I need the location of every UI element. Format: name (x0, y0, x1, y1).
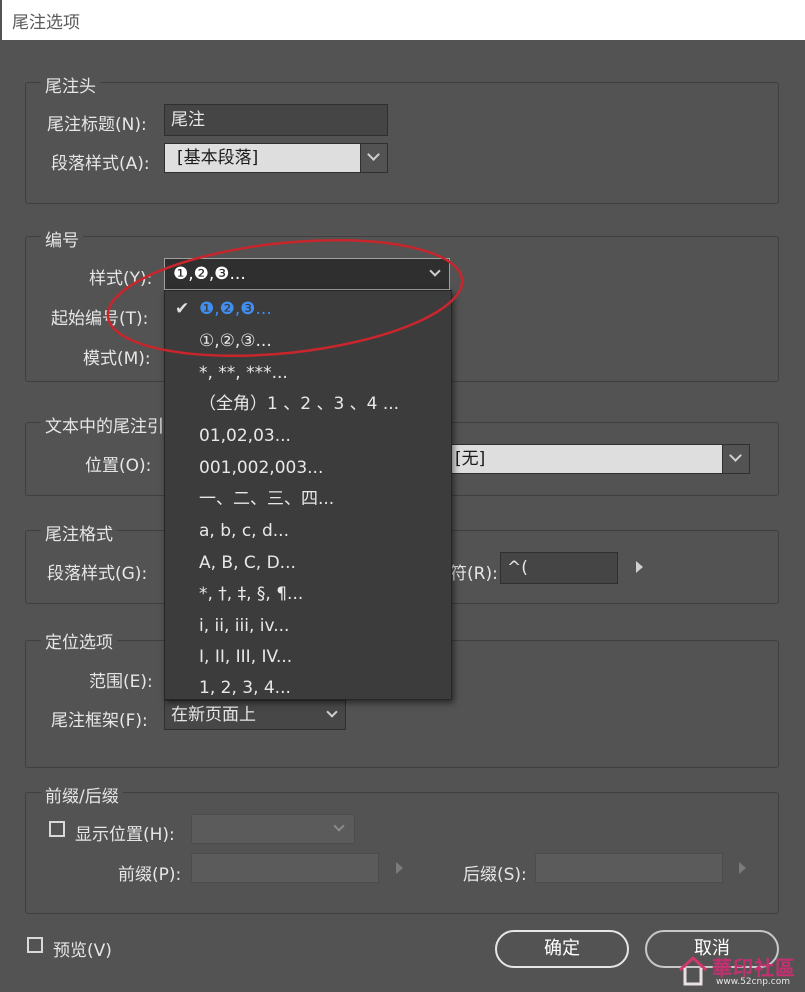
menu-item-label: 一、二、三、四... (199, 489, 335, 509)
menu-item[interactable]: a, b, c, d... (165, 515, 451, 547)
format-para-style-label: 段落样式(G): (47, 564, 148, 584)
suffix-input[interactable] (535, 853, 723, 883)
house-logo-icon (678, 955, 708, 986)
prefix-arrow-icon[interactable] (396, 862, 403, 874)
prefix-suffix-legend: 前缀/后缀 (41, 782, 123, 807)
reference-char-style-select[interactable]: [无] (450, 444, 724, 474)
title-bar: 尾注选项 (0, 0, 805, 40)
ok-button[interactable]: 确定 (495, 930, 629, 968)
scope-label: 范围(E): (89, 672, 153, 692)
menu-item[interactable]: 1, 2, 3, 4... (165, 672, 451, 704)
endnote-header-legend: 尾注头 (41, 72, 100, 97)
menu-item-label: 001,002,003... (199, 458, 324, 478)
separator-label: 符(R): (450, 564, 498, 584)
endnote-frame-label: 尾注框架(F): (51, 711, 148, 731)
suffix-arrow-icon[interactable] (739, 862, 746, 874)
prefix-input[interactable] (191, 853, 379, 883)
reference-position-label: 位置(O): (85, 456, 152, 476)
endnote-format-legend: 尾注格式 (41, 520, 117, 545)
preview-label: 预览(V) (53, 941, 112, 961)
separator-input[interactable]: ^( (500, 552, 618, 584)
show-position-label: 显示位置(H): (75, 825, 175, 845)
endnote-title-label: 尾注标题(N): (47, 115, 147, 135)
chevron-down-icon (333, 820, 345, 832)
special-chars-arrow-icon[interactable] (636, 561, 643, 573)
show-position-checkbox[interactable] (49, 821, 65, 837)
menu-item-label: I, II, III, IV... (199, 647, 293, 667)
endnote-header-group (25, 82, 779, 204)
menu-item[interactable]: I, II, III, IV... (165, 641, 451, 673)
menu-item[interactable]: （全角）1 、2 、3 、4 ... (165, 388, 451, 420)
menu-item-label: 1, 2, 3, 4... (199, 678, 291, 698)
menu-item[interactable]: *, †, ‡, §, ¶... (165, 578, 451, 610)
menu-item[interactable]: 001,002,003... (165, 452, 451, 484)
watermark-url: www.52cnp.com (716, 977, 791, 987)
menu-item-label: *, †, ‡, §, ¶... (199, 584, 304, 604)
reference-legend: 文本中的尾注引 (41, 412, 168, 437)
header-para-style-label: 段落样式(A): (51, 154, 150, 174)
menu-item[interactable]: A, B, C, D... (165, 547, 451, 579)
header-para-style-dropdown-button[interactable] (360, 143, 388, 173)
endnote-title-input[interactable]: 尾注 (164, 104, 388, 136)
chevron-down-icon (729, 449, 742, 462)
suffix-label: 后缀(S): (463, 865, 527, 885)
endnote-frame-value: 在新页面上 (171, 705, 256, 725)
menu-item[interactable]: 01,02,03... (165, 420, 451, 452)
chevron-down-icon (326, 706, 338, 718)
prefix-label: 前缀(P): (118, 865, 182, 885)
window-title: 尾注选项 (12, 13, 80, 33)
menu-item-label: A, B, C, D... (199, 553, 296, 573)
menu-item-label: 01,02,03... (199, 426, 291, 446)
menu-item-label: （全角）1 、2 、3 、4 ... (199, 394, 400, 414)
menu-item-label: i, ii, iii, iv... (199, 616, 290, 636)
preview-checkbox[interactable] (27, 937, 43, 953)
show-position-select[interactable] (191, 814, 355, 844)
numbering-legend: 编号 (41, 226, 83, 251)
reference-char-style-dropdown-button[interactable] (722, 444, 750, 474)
endnote-frame-select[interactable]: 在新页面上 (164, 700, 346, 730)
annotation-ellipse (106, 238, 464, 358)
menu-item[interactable]: 一、二、三、四... (165, 483, 451, 515)
menu-item-label: a, b, c, d... (199, 521, 289, 541)
watermark: 華印社區 www.52cnp.com (676, 952, 804, 992)
chevron-down-icon (367, 148, 380, 161)
header-para-style-select[interactable]: [基本段落] (164, 143, 362, 173)
menu-item[interactable]: i, ii, iii, iv... (165, 610, 451, 642)
placement-legend: 定位选项 (41, 628, 117, 653)
